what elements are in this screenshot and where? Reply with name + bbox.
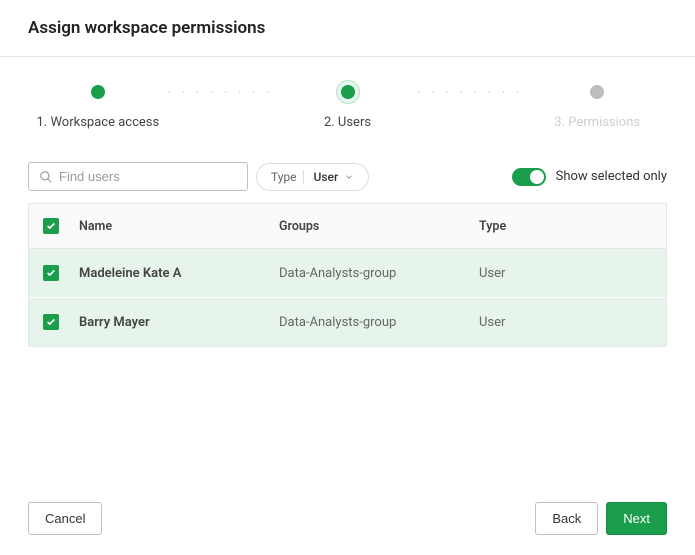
column-header-type[interactable]: Type xyxy=(479,219,652,234)
row-groups: Data-Analysts-group xyxy=(279,315,479,330)
step-workspace-access: 1. Workspace access xyxy=(28,85,168,130)
step-connector: · · · · · · · · · · · · · · xyxy=(417,85,527,99)
show-selected-label: Show selected only xyxy=(556,169,667,184)
row-name: Madeleine Kate A xyxy=(79,266,279,281)
row-checkbox[interactable] xyxy=(43,265,59,281)
step-label: 2. Users xyxy=(324,115,371,130)
step-dot-done-icon xyxy=(91,85,105,99)
row-checkbox[interactable] xyxy=(43,314,59,330)
show-selected-toggle[interactable] xyxy=(512,168,546,186)
cancel-button[interactable]: Cancel xyxy=(28,502,102,535)
check-icon xyxy=(46,268,56,278)
step-dot-active-icon xyxy=(341,85,355,99)
row-groups: Data-Analysts-group xyxy=(279,266,479,281)
step-label: 1. Workspace access xyxy=(36,115,159,130)
row-name: Barry Mayer xyxy=(79,315,279,330)
step-connector: · · · · · · · · · · · · · · xyxy=(168,85,278,99)
column-header-name[interactable]: Name xyxy=(79,219,279,234)
step-permissions: 3. Permissions xyxy=(527,85,667,130)
search-input[interactable] xyxy=(59,169,237,184)
stepper: 1. Workspace access · · · · · · · · · · … xyxy=(0,57,695,154)
type-filter-label: Type xyxy=(271,170,297,184)
chevron-down-icon xyxy=(344,172,354,182)
select-all-checkbox[interactable] xyxy=(43,218,59,234)
check-icon xyxy=(46,317,56,327)
table-row[interactable]: Barry Mayer Data-Analysts-group User xyxy=(29,298,666,346)
next-button[interactable]: Next xyxy=(606,502,667,535)
table-header: Name Groups Type xyxy=(29,204,666,249)
row-type: User xyxy=(479,266,652,281)
step-users: 2. Users xyxy=(278,85,418,130)
check-icon xyxy=(46,221,56,231)
page-title: Assign workspace permissions xyxy=(28,18,667,38)
type-filter-value: User xyxy=(314,170,339,184)
table-row[interactable]: Madeleine Kate A Data-Analysts-group Use… xyxy=(29,249,666,298)
step-dot-inactive-icon xyxy=(590,85,604,99)
search-icon xyxy=(39,170,53,184)
row-type: User xyxy=(479,315,652,330)
users-table: Name Groups Type Madeleine Kate A Data-A… xyxy=(28,203,667,347)
divider xyxy=(303,170,304,184)
type-filter[interactable]: Type User xyxy=(256,163,369,191)
step-label: 3. Permissions xyxy=(554,115,640,130)
column-header-groups[interactable]: Groups xyxy=(279,219,479,234)
back-button[interactable]: Back xyxy=(535,502,598,535)
search-field[interactable] xyxy=(28,162,248,191)
